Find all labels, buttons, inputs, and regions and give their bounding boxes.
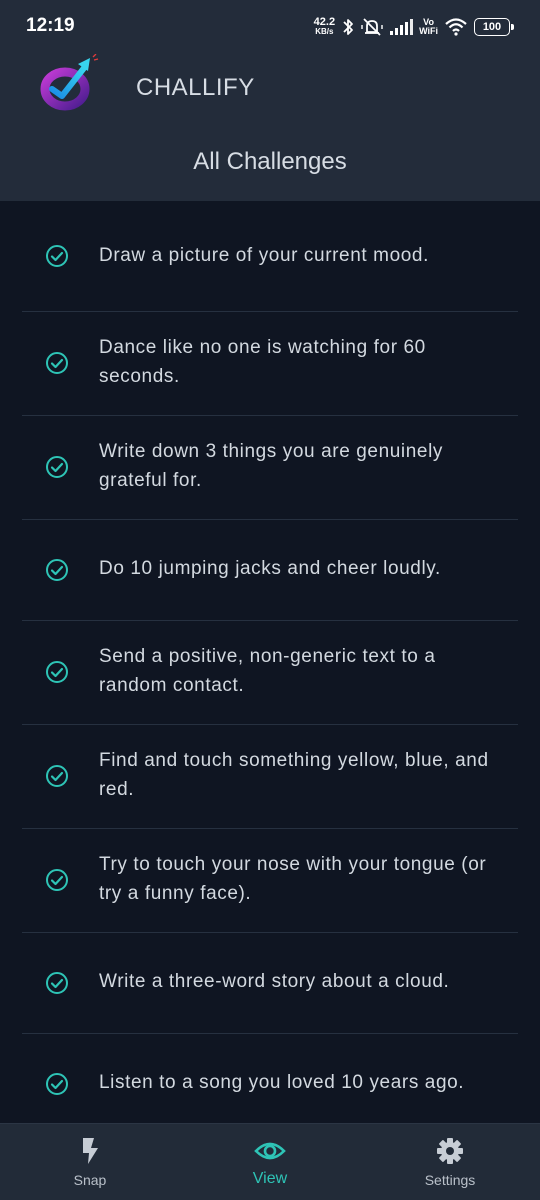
challenge-text: Listen to a song you loved 10 years ago. [99,1072,465,1093]
challenge-item[interactable]: Dance like no one is watching for 60 sec… [0,311,540,415]
challenge-text: Write down 3 things you are genuinely gr… [99,441,443,491]
challenge-text: Try to touch your nose with your tongue … [99,854,487,904]
bluetooth-icon [343,19,353,35]
nav-snap-label: Snap [73,1172,107,1188]
challenge-text: Find and touch something yellow, blue, a… [99,750,489,800]
app-header: CHALLIFY All Challenges [0,54,540,201]
check-circle-icon [46,971,68,994]
nav-settings[interactable]: Settings [380,1124,520,1200]
gear-icon [437,1138,463,1164]
check-circle-icon [46,1072,68,1095]
challenge-item[interactable]: Write a three-word story about a cloud. [0,932,540,1033]
battery-indicator: 100 [474,18,514,36]
network-speed-unit: KB/s [315,27,334,36]
challenge-item[interactable]: Write down 3 things you are genuinely gr… [0,415,540,519]
network-speed: 42.2 KB/s [313,16,336,37]
lightning-icon [83,1138,98,1164]
check-circle-icon [46,661,68,683]
challenge-text: Send a positive, non-generic text to a r… [99,646,436,696]
check-circle-icon [46,765,68,787]
mute-vibrate-icon [361,18,383,36]
challenge-item[interactable]: Draw a picture of your current mood. [0,201,540,311]
network-speed-value: 42.2 [313,16,336,28]
nav-view-label: View [252,1170,288,1187]
status-icons: 42.2 KB/s Vo WiFi 100 [313,14,514,40]
check-circle-icon [46,352,68,374]
wifi-icon [445,18,467,36]
challenge-text: Write a three-word story about a cloud. [99,971,450,992]
challenge-item[interactable]: Try to touch your nose with your tongue … [0,828,540,932]
battery-level: 100 [482,21,502,33]
signal-icon [390,19,414,35]
nav-settings-label: Settings [424,1172,476,1188]
bottom-nav: Snap View Settings [0,1123,540,1200]
status-time: 12:19 [26,15,75,36]
app-logo-icon [40,54,99,111]
check-circle-icon [46,558,68,581]
challenge-text: Do 10 jumping jacks and cheer loudly. [99,558,441,579]
challenge-text: Dance like no one is watching for 60 sec… [99,337,426,387]
challenge-item[interactable]: Find and touch something yellow, blue, a… [0,724,540,828]
check-circle-icon [46,456,68,478]
status-bar: 12:19 42.2 KB/s Vo WiFi 100 [0,0,540,54]
vowifi-bottom: WiFi [419,26,438,36]
challenge-item[interactable]: Do 10 jumping jacks and cheer loudly. [0,519,540,620]
page-title: All Challenges [193,148,347,175]
challenge-list[interactable]: Draw a picture of your current mood. Danc… [0,201,540,1123]
challenge-item[interactable]: Listen to a song you loved 10 years ago. [0,1033,540,1123]
check-circle-icon [46,869,68,891]
nav-snap[interactable]: Snap [20,1124,160,1200]
nav-view[interactable]: View [200,1124,340,1200]
vowifi-indicator: Vo WiFi [419,18,438,36]
check-circle-icon [46,245,68,267]
challenge-text: Draw a picture of your current mood. [99,244,429,266]
eye-icon [254,1142,286,1160]
app-title: CHALLIFY [136,74,255,101]
challenge-item[interactable]: Send a positive, non-generic text to a r… [0,620,540,724]
